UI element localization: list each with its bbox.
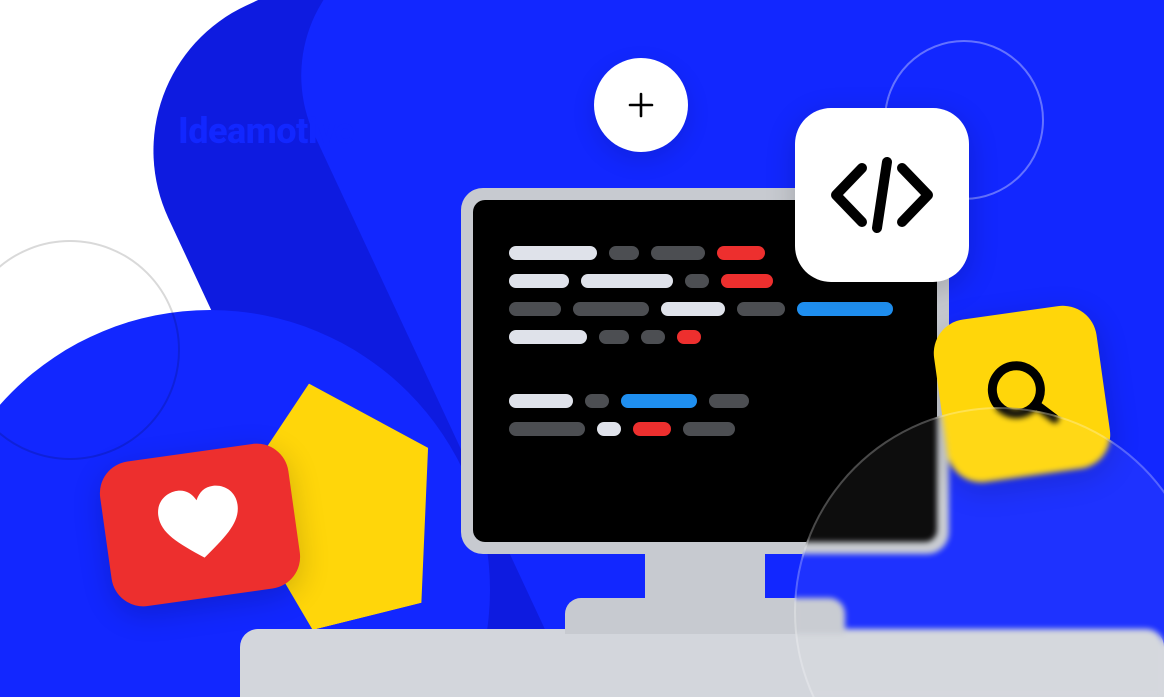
code-token <box>609 246 639 260</box>
code-token <box>509 422 585 436</box>
code-card <box>795 108 969 282</box>
code-token <box>621 394 697 408</box>
code-token <box>509 302 561 316</box>
heart-icon <box>149 478 252 572</box>
code-line <box>509 394 901 408</box>
hero-illustration: Ideamotive <box>0 0 1164 697</box>
code-token <box>737 302 785 316</box>
code-icon <box>826 154 938 236</box>
code-token <box>661 302 725 316</box>
code-line <box>509 358 901 380</box>
heart-card <box>96 439 304 610</box>
code-token <box>677 330 701 344</box>
code-token <box>597 422 621 436</box>
code-token <box>641 330 665 344</box>
code-token <box>509 394 573 408</box>
code-token <box>509 274 569 288</box>
code-token <box>717 246 765 260</box>
code-token <box>581 274 673 288</box>
code-token <box>585 394 609 408</box>
code-line <box>509 302 901 316</box>
code-token <box>685 274 709 288</box>
code-line <box>509 422 901 436</box>
plus-badge <box>594 58 688 152</box>
brand-logo: Ideamotive <box>178 110 354 152</box>
code-token <box>709 394 749 408</box>
code-token <box>509 330 587 344</box>
code-token <box>797 302 893 316</box>
code-token <box>633 422 671 436</box>
code-token <box>573 302 649 316</box>
code-token <box>509 246 597 260</box>
code-token <box>683 422 735 436</box>
code-token <box>721 274 773 288</box>
plus-icon <box>626 90 656 120</box>
code-token <box>599 330 629 344</box>
code-line <box>509 330 901 344</box>
code-token <box>651 246 705 260</box>
